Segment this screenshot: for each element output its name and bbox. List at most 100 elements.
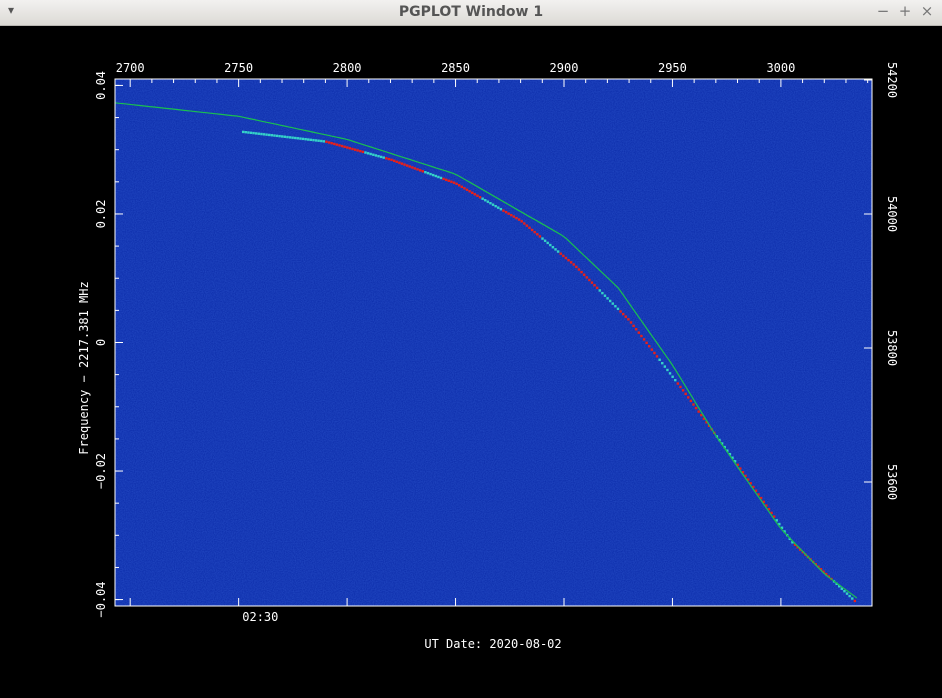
top-tick-label: 2800 xyxy=(333,61,362,75)
signal-point xyxy=(327,141,331,144)
signal-point xyxy=(335,143,339,146)
top-tick-label: 2850 xyxy=(441,61,470,75)
signal-point xyxy=(413,167,417,170)
signal-point xyxy=(385,157,388,160)
signal-point xyxy=(621,312,625,316)
signal-point xyxy=(603,294,607,297)
signal-point xyxy=(575,265,578,269)
signal-point xyxy=(390,158,393,162)
signal-point xyxy=(606,297,609,300)
signal-point xyxy=(294,136,297,140)
signal-point xyxy=(450,180,453,183)
signal-point xyxy=(502,209,505,212)
signal-point xyxy=(260,132,263,136)
signal-point xyxy=(317,139,320,142)
signal-point xyxy=(247,131,250,134)
signal-point xyxy=(429,172,432,176)
signal-point xyxy=(697,410,700,413)
signal-point xyxy=(314,139,318,142)
signal-point xyxy=(484,199,487,202)
signal-point xyxy=(523,222,526,225)
signal-point xyxy=(241,130,245,134)
signal-point xyxy=(671,375,674,378)
signal-point xyxy=(291,136,294,139)
title-bar[interactable]: ▾ PGPLOT Window 1 − + × xyxy=(0,0,942,26)
minimize-icon[interactable]: − xyxy=(874,2,892,20)
signal-point xyxy=(288,136,292,139)
signal-point xyxy=(377,154,380,158)
signal-point xyxy=(674,378,677,382)
signal-point xyxy=(627,318,630,321)
signal-point xyxy=(494,204,497,208)
signal-point xyxy=(340,144,344,148)
signal-point xyxy=(619,310,622,313)
signal-point xyxy=(325,140,328,143)
signal-point xyxy=(455,182,458,186)
signal-point xyxy=(843,589,846,593)
signal-point xyxy=(851,597,854,600)
signal-point xyxy=(418,169,422,172)
signal-point xyxy=(679,385,682,389)
signal-point xyxy=(268,133,271,137)
signal-point xyxy=(283,135,287,138)
signal-point xyxy=(635,328,638,331)
signal-point xyxy=(421,170,424,173)
signal-point xyxy=(582,273,586,276)
signal-point xyxy=(848,594,851,598)
signal-point xyxy=(580,270,583,274)
signal-point xyxy=(845,592,849,595)
bottom-tick-label: 02:30 xyxy=(242,610,278,624)
signal-point xyxy=(486,200,490,203)
signal-point xyxy=(536,233,539,236)
signal-point xyxy=(254,132,258,135)
signal-point xyxy=(312,138,315,142)
signal-point xyxy=(481,197,484,200)
signal-point xyxy=(304,138,307,141)
signal-point xyxy=(437,175,440,179)
signal-point xyxy=(387,157,391,161)
signal-point xyxy=(598,289,601,292)
signal-point xyxy=(661,361,664,365)
signal-point xyxy=(595,286,599,290)
left-tick-label: 0 xyxy=(94,339,108,346)
signal-point xyxy=(434,174,437,178)
signal-point xyxy=(356,149,359,152)
signal-point xyxy=(257,132,260,135)
signal-point xyxy=(398,161,401,164)
signal-point xyxy=(296,137,300,140)
signal-point xyxy=(689,399,693,403)
signal-point xyxy=(359,149,362,153)
signal-point xyxy=(273,134,276,137)
right-tick-label: 53600 xyxy=(885,464,899,500)
signal-point xyxy=(353,148,357,151)
signal-point xyxy=(645,341,648,345)
close-icon[interactable]: × xyxy=(918,2,936,20)
signal-point xyxy=(382,156,385,159)
signal-point xyxy=(244,131,247,134)
signal-point xyxy=(395,160,398,163)
top-tick-label: 2700 xyxy=(116,61,145,75)
signal-point xyxy=(374,154,378,157)
signal-point xyxy=(853,599,857,603)
signal-point xyxy=(663,365,667,368)
signal-point xyxy=(497,206,500,209)
signal-point xyxy=(252,131,255,135)
signal-point xyxy=(442,177,445,181)
signal-point xyxy=(538,235,542,238)
signal-point xyxy=(585,276,588,279)
signal-point xyxy=(249,131,253,135)
signal-point xyxy=(426,171,430,175)
signal-point xyxy=(444,178,448,182)
spectrogram-chart: 2700 2750 2800 2850 2900 2950 3000 0.04 0.02 0 −0.… xyxy=(77,61,899,651)
signal-point xyxy=(322,140,326,143)
signal-point xyxy=(629,321,633,324)
plot-area xyxy=(115,79,872,606)
maximize-icon[interactable]: + xyxy=(896,2,914,20)
pgplot-window: ▾ PGPLOT Window 1 − + × 2700 2750 2800 2850… xyxy=(0,0,942,694)
signal-point xyxy=(694,406,698,410)
signal-point xyxy=(676,382,680,385)
signal-point xyxy=(569,261,573,264)
signal-point xyxy=(642,338,646,341)
signal-point xyxy=(499,207,503,211)
signal-point xyxy=(270,134,274,137)
